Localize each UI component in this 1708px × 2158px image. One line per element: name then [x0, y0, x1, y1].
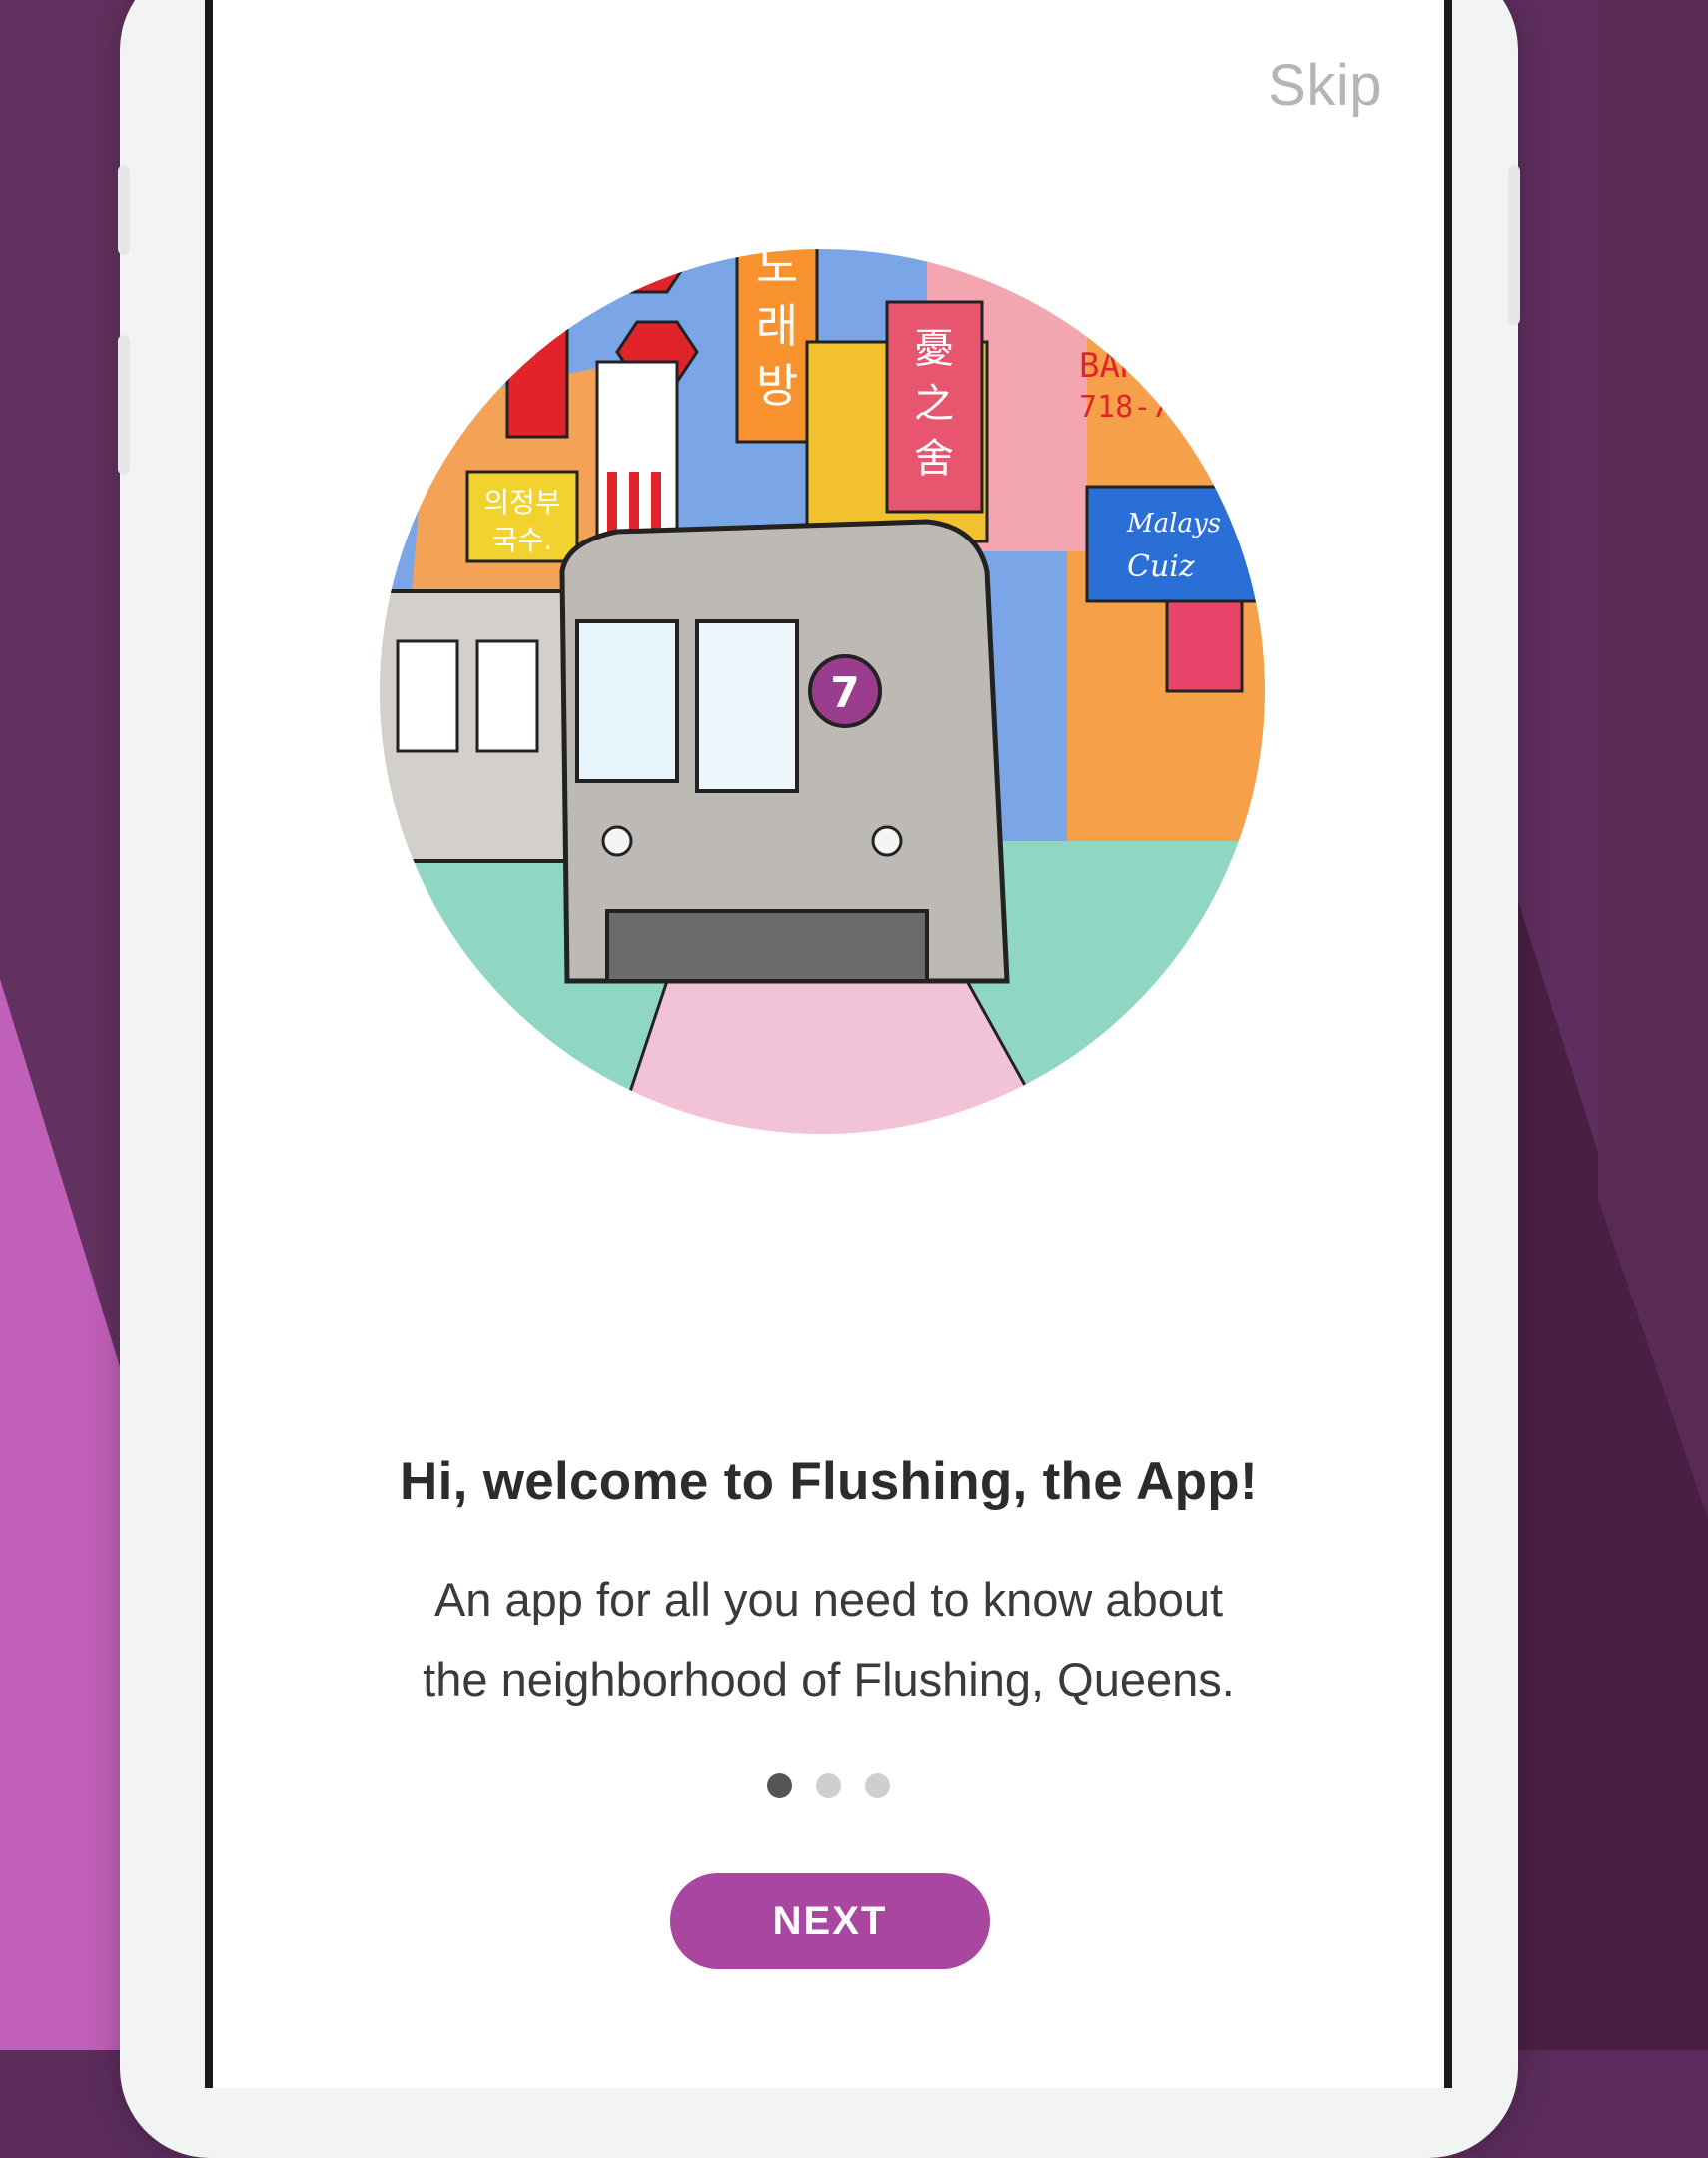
welcome-title: Hi, welcome to Flushing, the App! — [400, 1452, 1258, 1511]
onboarding-screen: Skip 노 래 방 의정부 국수. 憂 之 舍 BAR 718-7 Malay… — [205, 0, 1452, 2088]
page-dot-2[interactable] — [816, 1773, 841, 1798]
phone-power-button — [1508, 165, 1520, 325]
page-indicator — [213, 1773, 1444, 1803]
page-dot-1[interactable] — [766, 1773, 792, 1798]
welcome-subtitle: An app for all you need to know about th… — [333, 1559, 1324, 1720]
svg-text:래: 래 — [756, 299, 798, 353]
phone-volume-button — [118, 335, 130, 475]
next-button[interactable]: NEXT — [670, 1873, 990, 1969]
svg-text:의정부: 의정부 — [483, 486, 560, 519]
subtitle-line-1: An app for all you need to know about — [433, 1573, 1224, 1625]
page-dot-3[interactable] — [865, 1773, 891, 1798]
skip-button[interactable]: Skip — [1268, 52, 1382, 119]
flushing-train-illustration: 노 래 방 의정부 국수. 憂 之 舍 BAR 718-7 Malays Cui… — [376, 245, 1269, 1138]
svg-text:舍: 舍 — [914, 436, 954, 482]
svg-text:憂: 憂 — [914, 326, 954, 372]
svg-text:Malays: Malays — [1126, 509, 1221, 539]
svg-text:국수.: 국수. — [492, 524, 552, 556]
phone-side-button — [118, 165, 130, 255]
svg-text:之: 之 — [914, 381, 954, 427]
svg-text:7: 7 — [830, 668, 859, 717]
svg-text:방: 방 — [756, 359, 798, 413]
subtitle-line-2: the neighborhood of Flushing, Queens. — [423, 1653, 1235, 1706]
svg-text:Cuiz: Cuiz — [1127, 549, 1195, 584]
subway-train: 7 — [559, 519, 1010, 984]
